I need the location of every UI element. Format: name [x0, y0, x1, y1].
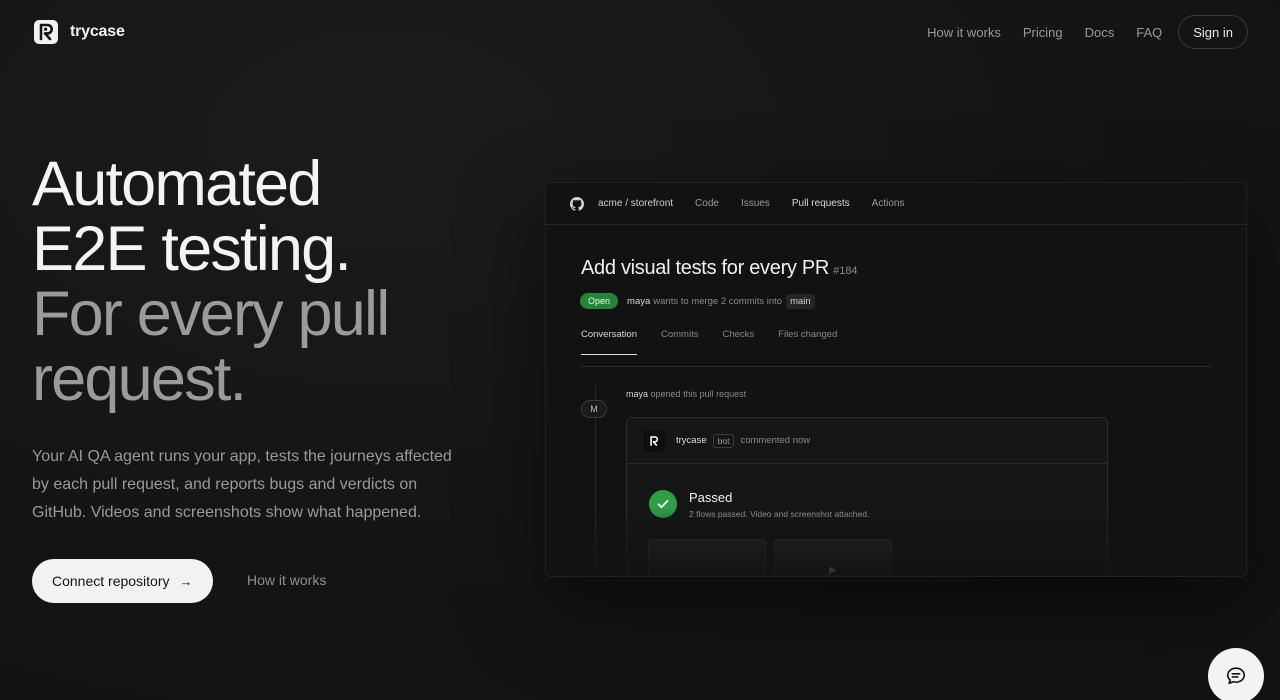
chat-button[interactable]: [1208, 648, 1264, 700]
pr-number: #184: [833, 265, 858, 277]
comment-header: trycase bot commented now: [627, 418, 1107, 464]
comment-time: commented now: [740, 435, 811, 446]
nav-how-it-works[interactable]: How it works: [927, 25, 1001, 40]
pr-preview-window: acme / storefront Code Issues Pull reque…: [545, 182, 1247, 577]
tab-checks[interactable]: Checks: [722, 323, 754, 366]
trycase-avatar-icon: [643, 429, 665, 452]
hero-title-line2: E2E testing.: [32, 214, 352, 284]
pr-meta: Open maya wants to merge 2 commits into …: [580, 293, 815, 309]
check-icon: [649, 490, 677, 518]
top-nav: How it works Pricing Docs FAQ Sign in: [927, 15, 1248, 49]
pr-meta-text: wants to merge 2 commits into: [653, 295, 783, 307]
nav-pricing[interactable]: Pricing: [1023, 25, 1063, 40]
hero-description: Your AI QA agent runs your app, tests th…: [32, 448, 452, 521]
nav-faq[interactable]: FAQ: [1136, 25, 1162, 40]
comment-user[interactable]: trycase: [676, 435, 707, 446]
opened-user[interactable]: maya: [626, 389, 648, 399]
brand-name: trycase: [70, 23, 125, 40]
pr-author[interactable]: maya: [627, 296, 650, 307]
pr-tabs: Conversation Commits Checks Files change…: [581, 323, 1212, 367]
result-subtitle: 2 flows passed. Video and screenshot att…: [689, 509, 870, 519]
sign-in-button[interactable]: Sign in: [1178, 15, 1248, 49]
repo-tab-issues[interactable]: Issues: [741, 198, 770, 209]
avatar: M: [581, 400, 607, 418]
chat-bubble-icon: [1226, 667, 1246, 685]
repo-tab-code[interactable]: Code: [695, 198, 719, 209]
repo-bar: acme / storefront Code Issues Pull reque…: [546, 183, 1246, 225]
connect-repository-button[interactable]: Connect repository →: [32, 559, 213, 603]
video-thumbnail[interactable]: ▶: [774, 539, 892, 576]
tab-files-changed[interactable]: Files changed: [778, 323, 837, 366]
target-branch[interactable]: main: [786, 293, 815, 309]
screenshot-thumbnail[interactable]: [648, 539, 766, 576]
pr-title: Add visual tests for every PR #184: [581, 257, 858, 280]
github-icon: [570, 196, 584, 211]
arrow-right-icon: →: [179, 573, 193, 589]
how-it-works-link[interactable]: How it works: [247, 572, 326, 588]
tab-commits[interactable]: Commits: [661, 323, 698, 366]
opened-text: opened this pull request: [650, 389, 747, 399]
nav-docs[interactable]: Docs: [1085, 25, 1115, 40]
cta-label: Connect repository: [52, 573, 170, 589]
repo-tab-pull-requests[interactable]: Pull requests: [792, 198, 850, 209]
brand[interactable]: trycase: [34, 20, 125, 44]
result-title: Passed: [689, 490, 733, 505]
site-header: trycase How it works Pricing Docs FAQ Si…: [0, 0, 1280, 64]
bot-badge: bot: [712, 433, 735, 448]
tab-conversation[interactable]: Conversation: [581, 323, 637, 355]
bot-comment: trycase bot commented now Passed 2 flows…: [626, 417, 1108, 576]
status-badge: Open: [580, 293, 619, 309]
repo-name[interactable]: acme / storefront: [598, 198, 673, 209]
trycase-logo-icon: [34, 20, 58, 44]
pr-title-text: Add visual tests for every PR: [581, 257, 830, 279]
hero-title-line1: Automated: [32, 149, 322, 219]
repo-tab-actions[interactable]: Actions: [872, 198, 905, 209]
hero-title: Automated E2E testing. For every pull re…: [32, 152, 512, 412]
play-icon: ▶: [829, 565, 837, 576]
opened-event: maya opened this pull request: [626, 389, 746, 399]
hero-title-line3: For every pull request.: [32, 279, 390, 414]
